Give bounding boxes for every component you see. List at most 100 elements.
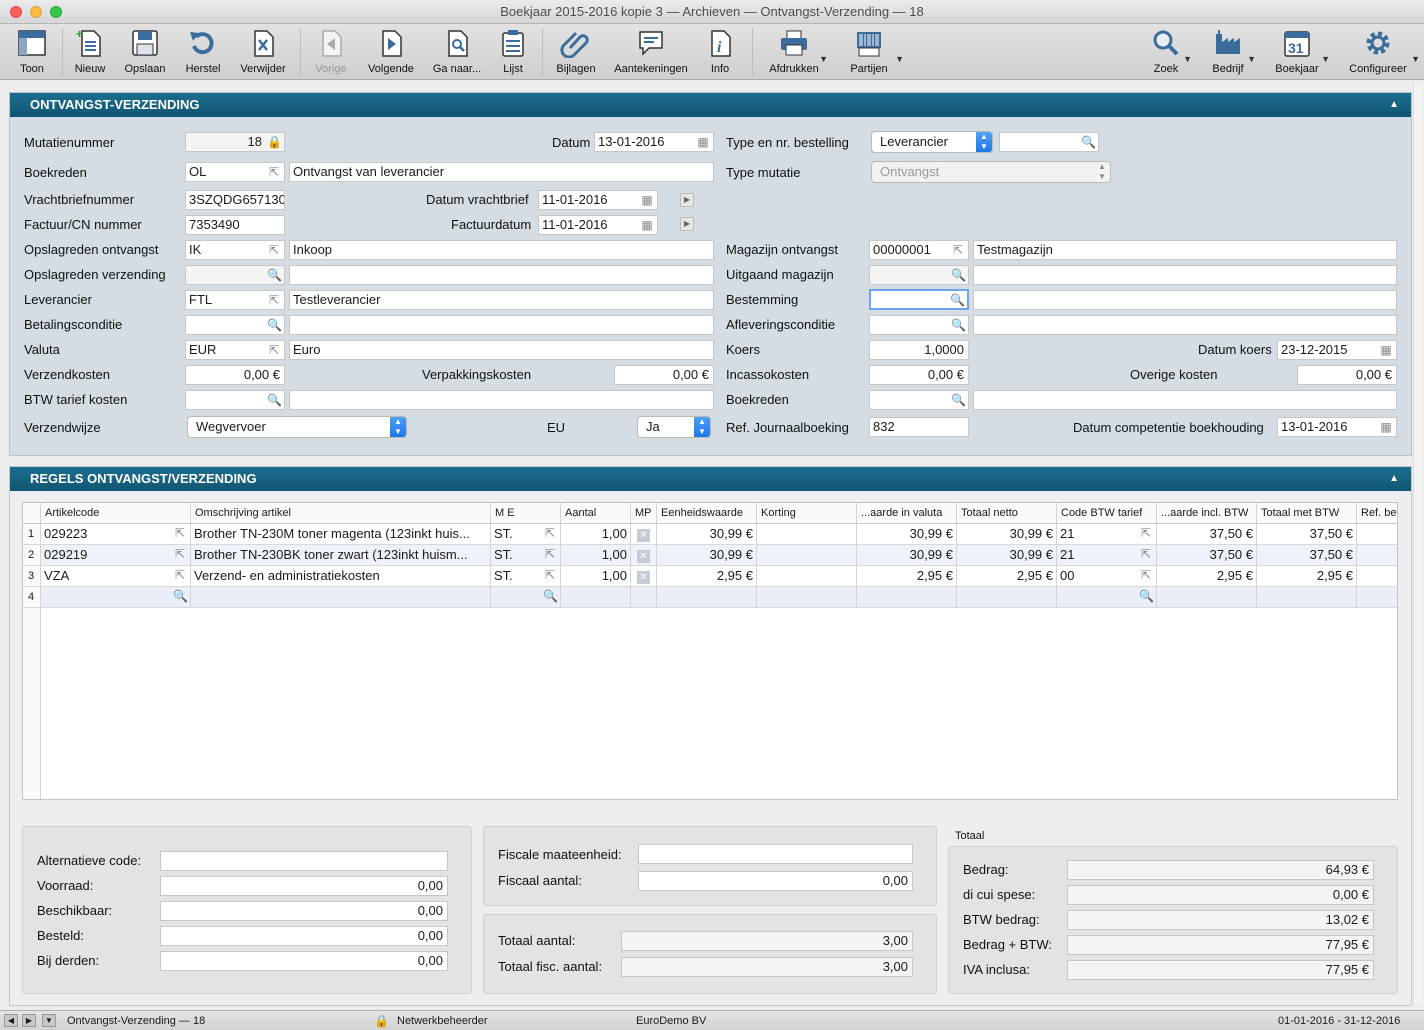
verwijder-button[interactable]: Verwijder: [234, 24, 292, 80]
new-row-cell-incl[interactable]: [1157, 587, 1257, 608]
lookup-arrow-icon[interactable]: ⇱: [173, 568, 187, 582]
column-header-incl-btw[interactable]: ...aarde incl. BTW: [1157, 503, 1257, 524]
table-cell-mp[interactable]: ✕: [631, 545, 657, 566]
table-cell-aantal[interactable]: 1,00: [561, 524, 631, 545]
table-cell-btw[interactable]: 21 ⇱: [1057, 545, 1157, 566]
calendar-icon[interactable]: ▦: [640, 193, 654, 207]
beschikbaar-field[interactable]: 0,00: [160, 901, 448, 921]
datum-competentie-field[interactable]: 13-01-2016 ▦: [1277, 417, 1397, 437]
table-cell-korting[interactable]: [757, 566, 857, 587]
search-icon[interactable]: 🔍: [543, 589, 558, 603]
koers-field[interactable]: 1,0000: [869, 340, 969, 360]
collapse-icon[interactable]: ▲: [1389, 467, 1399, 491]
new-row-cell-eenheid[interactable]: [657, 587, 757, 608]
table-cell-desc[interactable]: Brother TN-230BK toner zwart (123inkt hu…: [191, 545, 491, 566]
column-header-valuta[interactable]: ...aarde in valuta: [857, 503, 957, 524]
type-bestelling-select[interactable]: Leverancier ▲ ▼: [871, 131, 993, 153]
collapse-icon[interactable]: ▲: [1389, 93, 1399, 117]
table-cell-netto[interactable]: 30,99 €: [957, 545, 1057, 566]
table-cell-met[interactable]: 2,95 €: [1257, 566, 1357, 587]
table-cell-code[interactable]: 029219 ⇱: [41, 545, 191, 566]
configureer-button[interactable]: Configureer ▼: [1344, 24, 1420, 80]
search-icon[interactable]: 🔍: [950, 293, 965, 307]
new-row-cell-mp[interactable]: [631, 587, 657, 608]
verzendwijze-select[interactable]: Wegvervoer ▲ ▼: [187, 416, 407, 438]
toon-button[interactable]: Toon: [6, 24, 58, 80]
alternatieve-code-field[interactable]: [160, 851, 448, 871]
afleveringsconditie-desc-field[interactable]: [973, 315, 1397, 335]
new-row-cell-desc[interactable]: [191, 587, 491, 608]
uitgaand-magazijn-desc-field[interactable]: [973, 265, 1397, 285]
lookup-arrow-icon[interactable]: ⇱: [267, 165, 281, 179]
factuurdatum-field[interactable]: 11-01-2016 ▦: [538, 215, 658, 235]
column-header-btw-code[interactable]: Code BTW tarief: [1057, 503, 1157, 524]
factuur-field[interactable]: 7353490: [185, 215, 285, 235]
down-record-icon[interactable]: ▼: [42, 1014, 56, 1027]
table-cell-eenheid[interactable]: 30,99 €: [657, 545, 757, 566]
magazijn-ontvangst-desc-field[interactable]: Testmagazijn: [973, 240, 1397, 260]
lijst-button[interactable]: Lijst: [488, 24, 538, 80]
table-cell-mp[interactable]: ✕: [631, 566, 657, 587]
column-header-eenheidswaarde[interactable]: Eenheidswaarde: [657, 503, 757, 524]
table-cell-me[interactable]: ST. ⇱: [491, 545, 561, 566]
besteld-field[interactable]: 0,00: [160, 926, 448, 946]
mp-checkbox[interactable]: ✕: [637, 529, 650, 542]
datum-vrachtbrief-field[interactable]: 11-01-2016 ▦: [538, 190, 658, 210]
voorraad-field[interactable]: 0,00: [160, 876, 448, 896]
table-cell-aantal[interactable]: 1,00: [561, 545, 631, 566]
table-cell-mp[interactable]: ✕: [631, 524, 657, 545]
search-icon[interactable]: 🔍: [267, 393, 282, 407]
ref-journaal-field[interactable]: 832: [869, 417, 969, 437]
search-icon[interactable]: 🔍: [951, 393, 966, 407]
opslag-ontvangst-desc-field[interactable]: Inkoop: [289, 240, 714, 260]
new-row-cell-netto[interactable]: [957, 587, 1057, 608]
header-panel-title-bar[interactable]: ONTVANGST-VERZENDING ▲: [10, 93, 1411, 117]
table-cell-ref[interactable]: [1357, 545, 1397, 566]
eu-select[interactable]: Ja ▲ ▼: [637, 416, 711, 438]
table-cell-code[interactable]: 029223 ⇱: [41, 524, 191, 545]
nieuw-button[interactable]: + Nieuw: [64, 24, 116, 80]
zoek-button[interactable]: Zoek ▼: [1142, 24, 1192, 80]
calendar-icon[interactable]: ▦: [640, 218, 654, 232]
lookup-arrow-icon[interactable]: ⇱: [543, 526, 557, 540]
bedrijf-button[interactable]: Bedrijf ▼: [1204, 24, 1256, 80]
leverancier-desc-field[interactable]: Testleverancier: [289, 290, 714, 310]
search-icon[interactable]: 🔍: [173, 589, 188, 603]
lookup-arrow-icon[interactable]: ⇱: [543, 568, 557, 582]
calendar-icon[interactable]: ▦: [696, 135, 710, 149]
valuta-desc-field[interactable]: Euro: [289, 340, 714, 360]
search-icon[interactable]: 🔍: [951, 268, 966, 282]
lookup-arrow-icon[interactable]: ⇱: [267, 343, 281, 357]
column-header-omschrijving[interactable]: Omschrijving artikel: [191, 503, 491, 524]
leverancier-code-field[interactable]: FTL ⇱: [185, 290, 285, 310]
column-header-totaal-met-btw[interactable]: Totaal met BTW: [1257, 503, 1357, 524]
calendar-icon[interactable]: ▦: [1379, 420, 1393, 434]
column-header-totaal-netto[interactable]: Totaal netto: [957, 503, 1057, 524]
mp-checkbox[interactable]: ✕: [637, 550, 650, 563]
vertical-scrollbar[interactable]: [1413, 84, 1423, 1004]
search-icon[interactable]: 🔍: [951, 318, 966, 332]
table-cell-valuta[interactable]: 30,99 €: [857, 545, 957, 566]
table-cell-korting[interactable]: [757, 524, 857, 545]
search-icon[interactable]: 🔍: [1139, 589, 1154, 603]
opslaan-button[interactable]: Opslaan: [118, 24, 172, 80]
lookup-arrow-icon[interactable]: ⇱: [1139, 526, 1153, 540]
vorige-button[interactable]: Vorige: [304, 24, 358, 80]
incassokosten-field[interactable]: 0,00 €: [869, 365, 969, 385]
close-window-button[interactable]: [10, 6, 22, 18]
opslag-ontvangst-code-field[interactable]: IK ⇱: [185, 240, 285, 260]
lookup-arrow-icon[interactable]: ⇱: [951, 243, 965, 257]
new-row-cell-met[interactable]: [1257, 587, 1357, 608]
volgende-button[interactable]: Volgende: [362, 24, 420, 80]
bestemming-code-field[interactable]: 🔍: [869, 289, 969, 310]
lookup-arrow-icon[interactable]: ⇱: [173, 526, 187, 540]
new-row-cell-code[interactable]: 🔍: [41, 587, 191, 608]
partijen-button[interactable]: Partijen ▼: [842, 24, 904, 80]
bij-derden-field[interactable]: 0,00: [160, 951, 448, 971]
table-cell-code[interactable]: VZA ⇱: [41, 566, 191, 587]
table-cell-aantal[interactable]: 1,00: [561, 566, 631, 587]
lookup-arrow-icon[interactable]: ⇱: [267, 293, 281, 307]
verpakkingskosten-field[interactable]: 0,00 €: [614, 365, 714, 385]
table-cell-eenheid[interactable]: 30,99 €: [657, 524, 757, 545]
table-cell-korting[interactable]: [757, 545, 857, 566]
